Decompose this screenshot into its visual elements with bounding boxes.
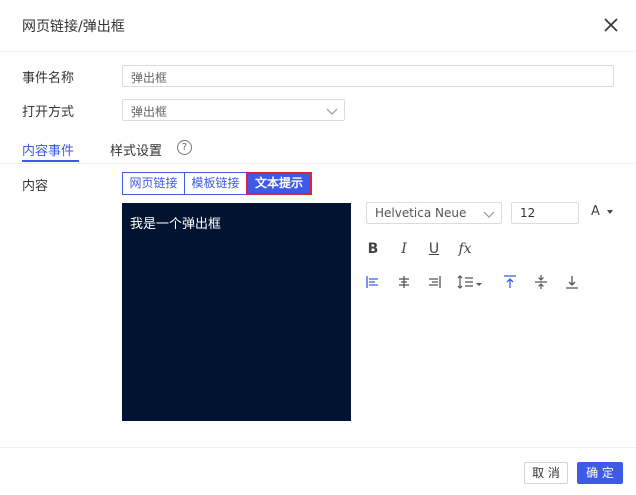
chevron-down-icon bbox=[483, 208, 495, 220]
cancel-button[interactable]: 取 消 bbox=[524, 462, 568, 484]
align-top-icon[interactable] bbox=[501, 273, 519, 291]
dialog-title: 网页链接/弹出框 bbox=[22, 19, 125, 35]
event-name-input[interactable]: 弹出框 bbox=[122, 65, 614, 87]
align-right-icon[interactable] bbox=[425, 273, 443, 291]
font-size-input[interactable]: 12 bbox=[511, 202, 579, 224]
font-color-icon: A bbox=[591, 204, 600, 219]
text-editor[interactable]: 我是一个弹出框 bbox=[122, 203, 351, 421]
open-mode-value: 弹出框 bbox=[131, 105, 168, 119]
open-mode-select[interactable]: 弹出框 bbox=[122, 99, 345, 121]
confirm-button[interactable]: 确 定 bbox=[577, 462, 623, 484]
content-type-text-tip[interactable]: 文本提示 bbox=[246, 172, 312, 195]
font-family-value: Helvetica Neue bbox=[375, 206, 467, 220]
line-spacing-icon[interactable] bbox=[456, 273, 484, 291]
help-icon[interactable]: ? bbox=[177, 140, 192, 155]
tab-style-settings[interactable]: 样式设置 bbox=[110, 140, 162, 159]
dialog-footer: 取 消 确 定 bbox=[0, 447, 636, 495]
event-name-label: 事件名称 bbox=[22, 71, 75, 86]
tab-content-events[interactable]: 内容事件 bbox=[22, 140, 74, 159]
content-type-template-link[interactable]: 模板链接 bbox=[184, 172, 247, 195]
open-mode-label: 打开方式 bbox=[22, 105, 75, 120]
active-tab-indicator bbox=[22, 160, 79, 162]
bold-icon[interactable]: B bbox=[364, 240, 382, 258]
font-size-value: 12 bbox=[520, 206, 536, 220]
font-color-button[interactable]: A bbox=[591, 204, 614, 219]
align-center-icon[interactable] bbox=[395, 273, 413, 291]
editor-text: 我是一个弹出框 bbox=[130, 217, 222, 232]
align-left-icon[interactable] bbox=[364, 273, 382, 291]
event-name-value: 弹出框 bbox=[131, 71, 168, 85]
font-family-select[interactable]: Helvetica Neue bbox=[366, 202, 502, 224]
italic-icon[interactable]: I bbox=[395, 240, 413, 258]
underline-icon[interactable]: U bbox=[425, 240, 443, 258]
settings-tabs: 内容事件 样式设置 ? bbox=[0, 136, 636, 164]
content-label: 内容 bbox=[22, 179, 49, 194]
align-bottom-icon[interactable] bbox=[563, 273, 581, 291]
formula-icon[interactable]: fx bbox=[456, 240, 474, 258]
chevron-down-icon bbox=[326, 105, 338, 117]
link-popup-dialog: 网页链接/弹出框 事件名称 弹出框 打开方式 弹出框 内容事件 样式设置 ? 内… bbox=[0, 0, 636, 495]
content-type-web-link[interactable]: 网页链接 bbox=[122, 172, 185, 195]
align-middle-icon[interactable] bbox=[532, 273, 550, 291]
dialog-header: 网页链接/弹出框 bbox=[0, 0, 636, 52]
close-icon[interactable] bbox=[600, 14, 622, 36]
